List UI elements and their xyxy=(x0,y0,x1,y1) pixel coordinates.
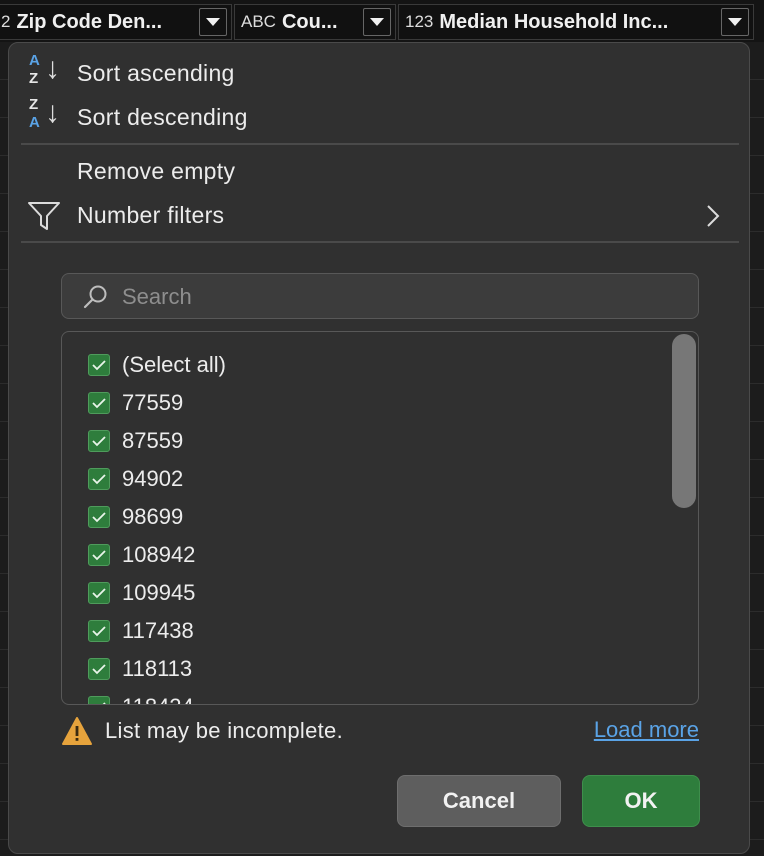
sort-descending-item[interactable]: Z A ↓ Sort descending xyxy=(9,95,749,139)
checkbox[interactable] xyxy=(88,354,110,376)
menu-divider xyxy=(21,143,739,145)
chevron-right-icon xyxy=(707,205,720,227)
values-list[interactable]: (Select all) 77559 87559 94902 98699 108942 10… xyxy=(61,331,699,705)
load-more-link[interactable]: Load more xyxy=(594,717,699,743)
sort-descending-label: Sort descending xyxy=(77,103,248,130)
column-header-county[interactable]: ABC Cou... xyxy=(234,4,396,40)
menu-divider xyxy=(21,241,739,243)
triangle-down-icon xyxy=(206,18,220,26)
checkbox[interactable] xyxy=(88,620,110,642)
column-header-zip-code[interactable]: 2 Zip Code Den... xyxy=(0,4,232,40)
checkbox[interactable] xyxy=(88,506,110,528)
checkmark-icon xyxy=(92,398,106,409)
sort-descending-icon: Z A ↓ xyxy=(25,96,65,137)
search-box[interactable] xyxy=(61,273,699,319)
warning-text: List may be incomplete. xyxy=(105,718,344,743)
list-item-label: 109945 xyxy=(122,580,196,605)
text-type-icon: ABC xyxy=(241,12,276,31)
down-arrow-icon: ↓ xyxy=(45,96,60,129)
sort-icon-letter: Z xyxy=(29,96,39,113)
number-filters-item[interactable]: Number filters xyxy=(9,193,749,237)
sort-icon-letter: Z xyxy=(29,70,39,87)
checkmark-icon xyxy=(92,436,106,447)
checkmark-icon xyxy=(92,550,106,561)
list-item[interactable]: 117438 xyxy=(88,616,194,646)
list-item-label: 108942 xyxy=(122,542,196,567)
column-dropdown-button[interactable] xyxy=(199,8,227,36)
incomplete-list-warning: List may be incomplete. xyxy=(61,715,343,747)
list-item-label: 117438 xyxy=(122,618,194,643)
checkmark-icon xyxy=(92,588,106,599)
number-type-icon: 123 xyxy=(405,12,434,31)
checkbox[interactable] xyxy=(88,468,110,490)
checkmark-icon xyxy=(92,474,106,485)
sort-ascending-icon: A Z ↓ xyxy=(25,52,65,93)
remove-empty-label: Remove empty xyxy=(77,157,236,184)
list-item[interactable]: 87559 xyxy=(88,426,183,456)
column-header-bar: 2 Zip Code Den... ABC Cou... 123 Median … xyxy=(0,0,764,42)
down-arrow-icon: ↓ xyxy=(45,52,60,85)
triangle-down-icon xyxy=(728,18,742,26)
checkbox[interactable] xyxy=(88,658,110,680)
checkmark-icon xyxy=(92,512,106,523)
list-item-label: (Select all) xyxy=(122,352,226,377)
column-header-median-household-income[interactable]: 123 Median Household Inc... xyxy=(398,4,754,40)
search-input[interactable] xyxy=(120,280,684,314)
remove-empty-item[interactable]: Remove empty xyxy=(9,149,749,193)
checkbox[interactable] xyxy=(88,430,110,452)
list-item-label: 118113 xyxy=(122,656,193,681)
warning-icon xyxy=(62,717,92,745)
checkmark-icon xyxy=(92,360,106,371)
checkbox[interactable] xyxy=(88,544,110,566)
checkbox[interactable] xyxy=(88,696,110,704)
list-item[interactable]: 109945 xyxy=(88,578,195,608)
list-item[interactable]: 94902 xyxy=(88,464,183,494)
column-header-label: Cou... xyxy=(281,10,338,33)
checkbox[interactable] xyxy=(88,582,110,604)
list-item-label: 87559 xyxy=(122,428,184,453)
column-dropdown-button[interactable] xyxy=(363,8,391,36)
list-scrollbar[interactable] xyxy=(672,334,696,508)
list-item[interactable]: 98699 xyxy=(88,502,183,532)
sort-ascending-label: Sort ascending xyxy=(77,59,235,86)
list-item[interactable]: 118424 xyxy=(88,692,194,704)
checkmark-icon xyxy=(92,664,106,675)
column-header-label: Zip Code Den... xyxy=(16,10,163,33)
column-header-label: Median Household Inc... xyxy=(439,10,669,33)
sort-ascending-item[interactable]: A Z ↓ Sort ascending xyxy=(9,51,749,95)
checkmark-icon xyxy=(102,702,106,704)
list-item-label: 94902 xyxy=(122,466,184,491)
list-item-label: 77559 xyxy=(122,390,184,415)
search-icon xyxy=(83,285,107,309)
filter-popup: A Z ↓ Sort ascending Z A ↓ Sort descendi… xyxy=(8,42,750,854)
ok-button[interactable]: OK xyxy=(582,775,700,827)
list-item[interactable]: 77559 xyxy=(88,388,183,418)
cancel-button[interactable]: Cancel xyxy=(397,775,561,827)
select-all-item[interactable]: (Select all) xyxy=(88,350,226,380)
checkmark-icon xyxy=(92,626,106,637)
sort-icon-letter: A xyxy=(29,52,40,69)
checkbox[interactable] xyxy=(88,392,110,414)
column-dropdown-button[interactable] xyxy=(721,8,749,36)
funnel-icon xyxy=(28,202,60,230)
list-item[interactable]: 108942 xyxy=(88,540,195,570)
number-type-icon: 2 xyxy=(1,12,11,31)
sort-icon-letter: A xyxy=(29,114,40,131)
list-item-label: 98699 xyxy=(122,504,184,529)
list-item-label: 118424 xyxy=(122,694,194,704)
triangle-down-icon xyxy=(370,18,384,26)
number-filters-label: Number filters xyxy=(77,201,225,228)
list-item[interactable]: 118113 xyxy=(88,654,192,684)
